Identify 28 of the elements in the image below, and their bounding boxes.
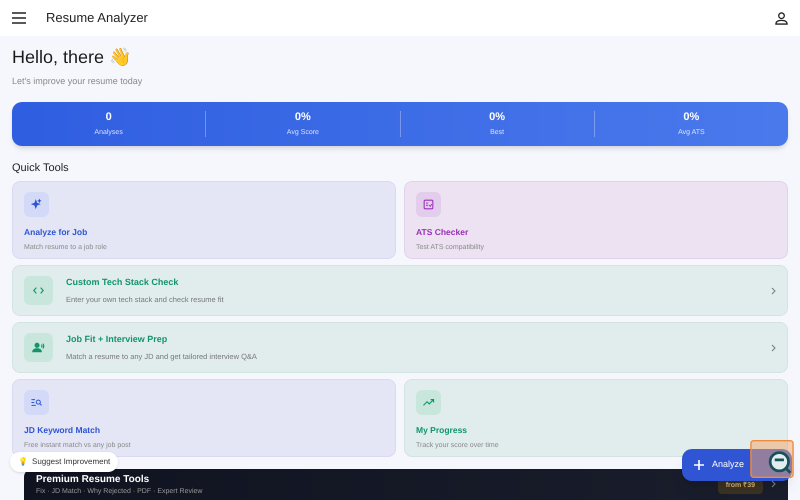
suggest-improvement-button[interactable]: 💡 Suggest Improvement: [10, 452, 118, 472]
greeting-subtitle: Let's improve your resume today: [12, 75, 144, 88]
tool-title: ATS Checker: [416, 226, 470, 239]
magnifier-widget-icon[interactable]: [750, 439, 794, 479]
tool-title: Job Fit + Interview Prep: [66, 333, 168, 346]
tool-title: My Progress: [416, 424, 468, 437]
menu-icon[interactable]: [12, 12, 26, 24]
stat-value: 0%: [489, 110, 506, 124]
chevron-right-icon: [771, 344, 776, 352]
stat-value: 0: [106, 110, 112, 124]
tool-icon: [32, 341, 45, 354]
chevron-right-icon: [771, 480, 776, 488]
tool-title: Analyze for Job: [24, 226, 88, 239]
app-title: Resume Analyzer: [46, 9, 148, 28]
tool-icon: [30, 198, 43, 211]
tool-icon: [30, 396, 43, 409]
person-icon[interactable]: [775, 12, 788, 24]
tool-title: JD Keyword Match: [24, 424, 102, 437]
premium-title: Premium Resume Tools: [36, 475, 150, 485]
tool-title: Custom Tech Stack Check: [66, 276, 180, 290]
stat-value: 0%: [683, 110, 700, 124]
chevron-right-icon: [771, 286, 776, 294]
stat-value: 0%: [294, 110, 311, 124]
lightbulb-icon: 💡: [18, 456, 28, 468]
greeting-title: Hello, there 👋: [12, 46, 132, 69]
tool-icon: [422, 198, 435, 211]
section-title: Quick Tools: [12, 160, 70, 176]
plus-icon: [694, 460, 704, 470]
